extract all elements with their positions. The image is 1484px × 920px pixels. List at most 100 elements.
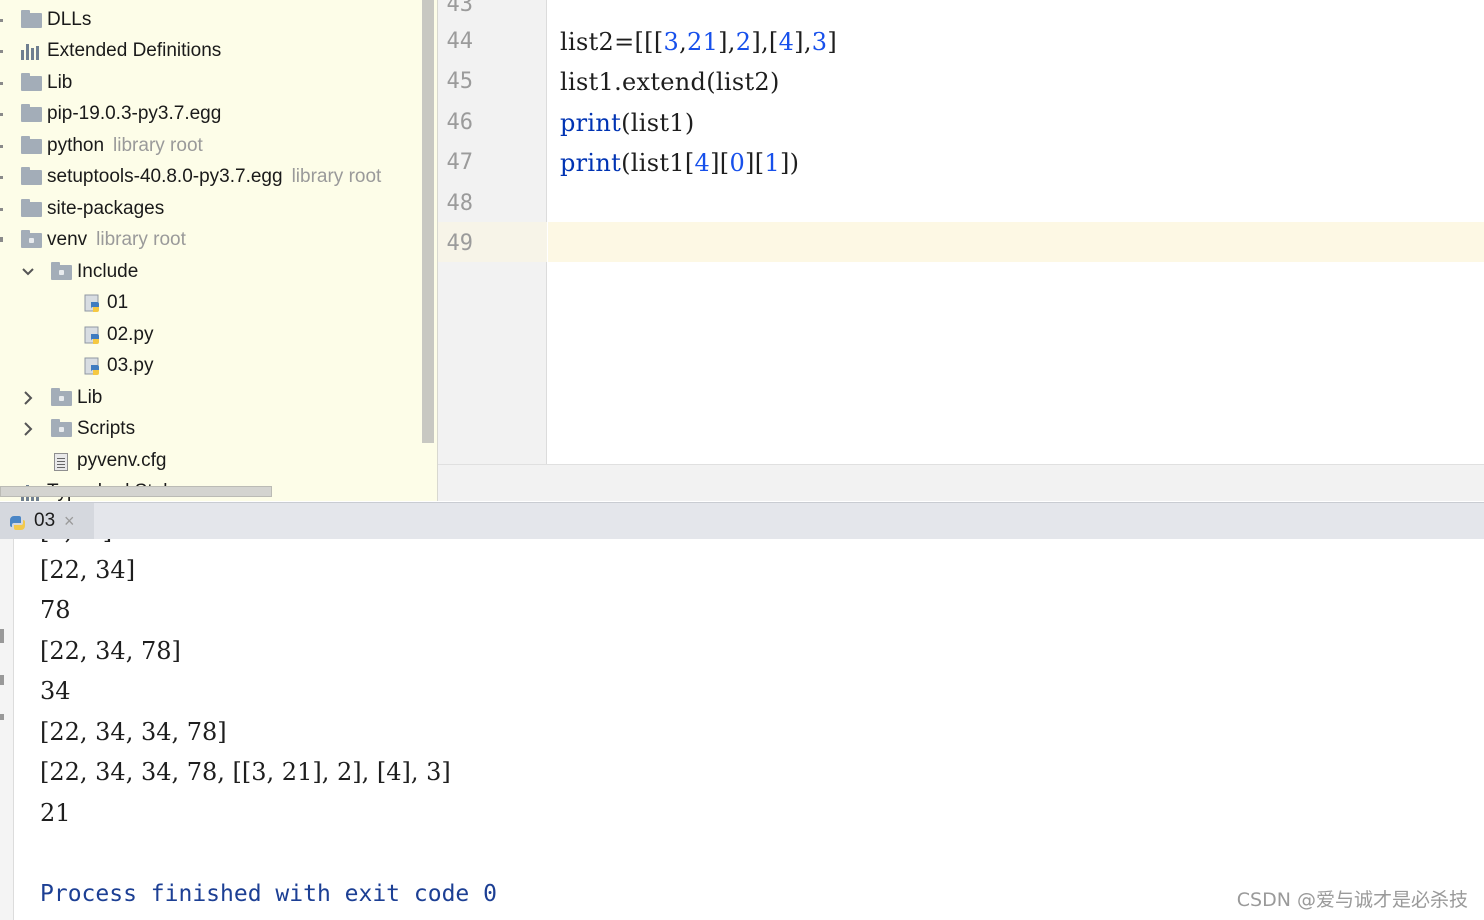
editor-gutter-lower: 48 49	[438, 0, 547, 464]
console-line: [22, 34, 78]	[40, 637, 181, 665]
tree-item-label: site-packages	[47, 198, 165, 219]
tree-vertical-scrollbar[interactable]	[422, 0, 434, 443]
folder-icon	[21, 104, 42, 122]
tree-item-label: Extended Definitions	[47, 40, 222, 61]
number-token: 21	[687, 28, 719, 56]
tree-item-venv[interactable]: venv library root	[0, 225, 420, 255]
tree-guide-mark	[0, 145, 3, 148]
tree-item-lib[interactable]: Lib	[0, 68, 420, 98]
number-token: 4	[694, 149, 711, 177]
tree-item-01[interactable]: 01	[0, 288, 420, 318]
folder-icon	[21, 167, 42, 185]
tree-item-label: Include	[77, 261, 139, 282]
code-token: ])	[779, 149, 800, 177]
chevron-down-icon[interactable]	[21, 257, 35, 287]
folder-icon	[21, 199, 42, 217]
tree-guide-mark	[0, 82, 3, 85]
tree-item-include[interactable]: Include	[0, 257, 420, 287]
keyword-token: print	[560, 149, 622, 177]
tree-item-label: setuptools-40.8.0-py3.7.egg	[47, 166, 283, 187]
code-line-45[interactable]: list1.extend(list2)	[560, 62, 780, 102]
tree-item-scripts[interactable]: Scripts	[0, 414, 420, 444]
line-number: 48	[446, 191, 474, 216]
tree-guide-mark	[0, 113, 3, 116]
process-exit-message: Process finished with exit code 0	[40, 881, 497, 907]
console-line: [22, 34, 34, 78]	[40, 718, 227, 746]
code-token: ][	[745, 149, 765, 177]
tree-item-label: 02.py	[107, 324, 154, 345]
tree-item-label: 01	[107, 292, 129, 313]
console-line: 21	[40, 799, 71, 827]
tree-item-extended-definitions[interactable]: Extended Definitions	[0, 36, 420, 66]
console-line: [22, 34, 34, 78, [[3, 21], 2], [4], 3]	[40, 758, 451, 786]
watermark: CSDN @爱与诚才是必杀技	[1236, 889, 1468, 911]
keyword-token: print	[560, 109, 622, 137]
code-token: (list1)	[621, 109, 695, 137]
tree-item-venv-lib[interactable]: Lib	[0, 383, 420, 413]
python-file-icon	[84, 294, 104, 314]
chevron-right-icon[interactable]	[21, 383, 35, 413]
tree-item-site-packages[interactable]: site-packages	[0, 194, 420, 224]
python-file-icon	[84, 357, 104, 377]
editor-bottom-strip	[438, 464, 1484, 501]
python-run-icon	[10, 516, 25, 530]
project-tree: DLLs Extended Definitions Lib pip-19.0.3…	[0, 0, 438, 501]
run-tab-03[interactable]: 03 ×	[0, 503, 94, 539]
number-token: 0	[729, 149, 746, 177]
number-token: 3	[663, 28, 680, 56]
library-root-hint: library root	[113, 135, 203, 156]
tree-item-label: python	[47, 135, 105, 156]
code-line-47[interactable]: print(list1[4][0][1])	[560, 143, 799, 183]
tree-guide-mark	[0, 208, 3, 211]
tree-guide-mark	[0, 237, 3, 242]
console-line: [22, 34]	[40, 556, 136, 584]
number-token: 2	[735, 28, 752, 56]
tree-guide-mark	[0, 50, 3, 53]
tree-horizontal-scrollbar[interactable]	[0, 486, 272, 497]
code-token: ],	[794, 28, 812, 56]
tree-item-pyvenv-cfg[interactable]: pyvenv.cfg	[0, 446, 420, 476]
code-token: list2=[[[	[560, 28, 664, 56]
module-folder-icon	[51, 388, 72, 406]
folder-icon	[21, 73, 42, 91]
module-folder-icon	[51, 262, 72, 280]
module-folder-icon	[21, 230, 42, 248]
gutter-marker	[0, 629, 4, 643]
python-file-icon	[84, 326, 104, 346]
tree-item-python[interactable]: python library root	[0, 131, 420, 161]
tree-item-pip-egg[interactable]: pip-19.0.3-py3.7.egg	[0, 99, 420, 129]
close-icon[interactable]: ×	[64, 503, 75, 539]
folder-icon	[21, 10, 42, 28]
code-line-44[interactable]: list2=[[[3,21],2],[4],3]	[560, 22, 837, 62]
tree-item-setuptools-egg[interactable]: setuptools-40.8.0-py3.7.egg library root	[0, 162, 420, 192]
code-token: ][	[710, 149, 730, 177]
tree-item-02-py[interactable]: 02.py	[0, 320, 420, 350]
gutter-marker	[0, 714, 4, 720]
tree-guide-mark	[0, 19, 3, 22]
chevron-right-icon[interactable]	[21, 414, 35, 444]
code-token: (list1[	[621, 149, 695, 177]
tree-item-label: venv	[47, 229, 88, 250]
tree-item-label: 03.py	[107, 355, 154, 376]
tree-item-label: Lib	[47, 72, 73, 93]
run-tool-window-header: 03 ×	[0, 502, 1484, 539]
tree-item-label: DLLs	[47, 9, 92, 30]
tree-item-dlls[interactable]: DLLs	[0, 5, 420, 35]
caret-line-highlight	[548, 222, 1484, 262]
number-token: 3	[811, 28, 828, 56]
code-token: ]	[827, 28, 837, 56]
tree-item-03-py[interactable]: 03.py	[0, 351, 420, 381]
console-gutter	[0, 539, 14, 920]
tree-item-label: pyvenv.cfg	[77, 450, 167, 471]
tree-item-label: pip-19.0.3-py3.7.egg	[47, 103, 222, 124]
code-token: ],	[718, 28, 736, 56]
console-line: 34	[40, 677, 71, 705]
code-token: ],[	[751, 28, 779, 56]
number-token: 1	[764, 149, 780, 177]
code-token: list1.extend(list2)	[560, 68, 780, 96]
code-line-46[interactable]: print(list1)	[560, 103, 695, 143]
library-icon	[21, 44, 42, 60]
run-tab-label: 03	[34, 510, 56, 531]
tree-guide-mark	[0, 176, 3, 179]
run-console[interactable]: [ , ] [22, 34] 78 [22, 34, 78] 34 [22, 3…	[15, 539, 1484, 920]
